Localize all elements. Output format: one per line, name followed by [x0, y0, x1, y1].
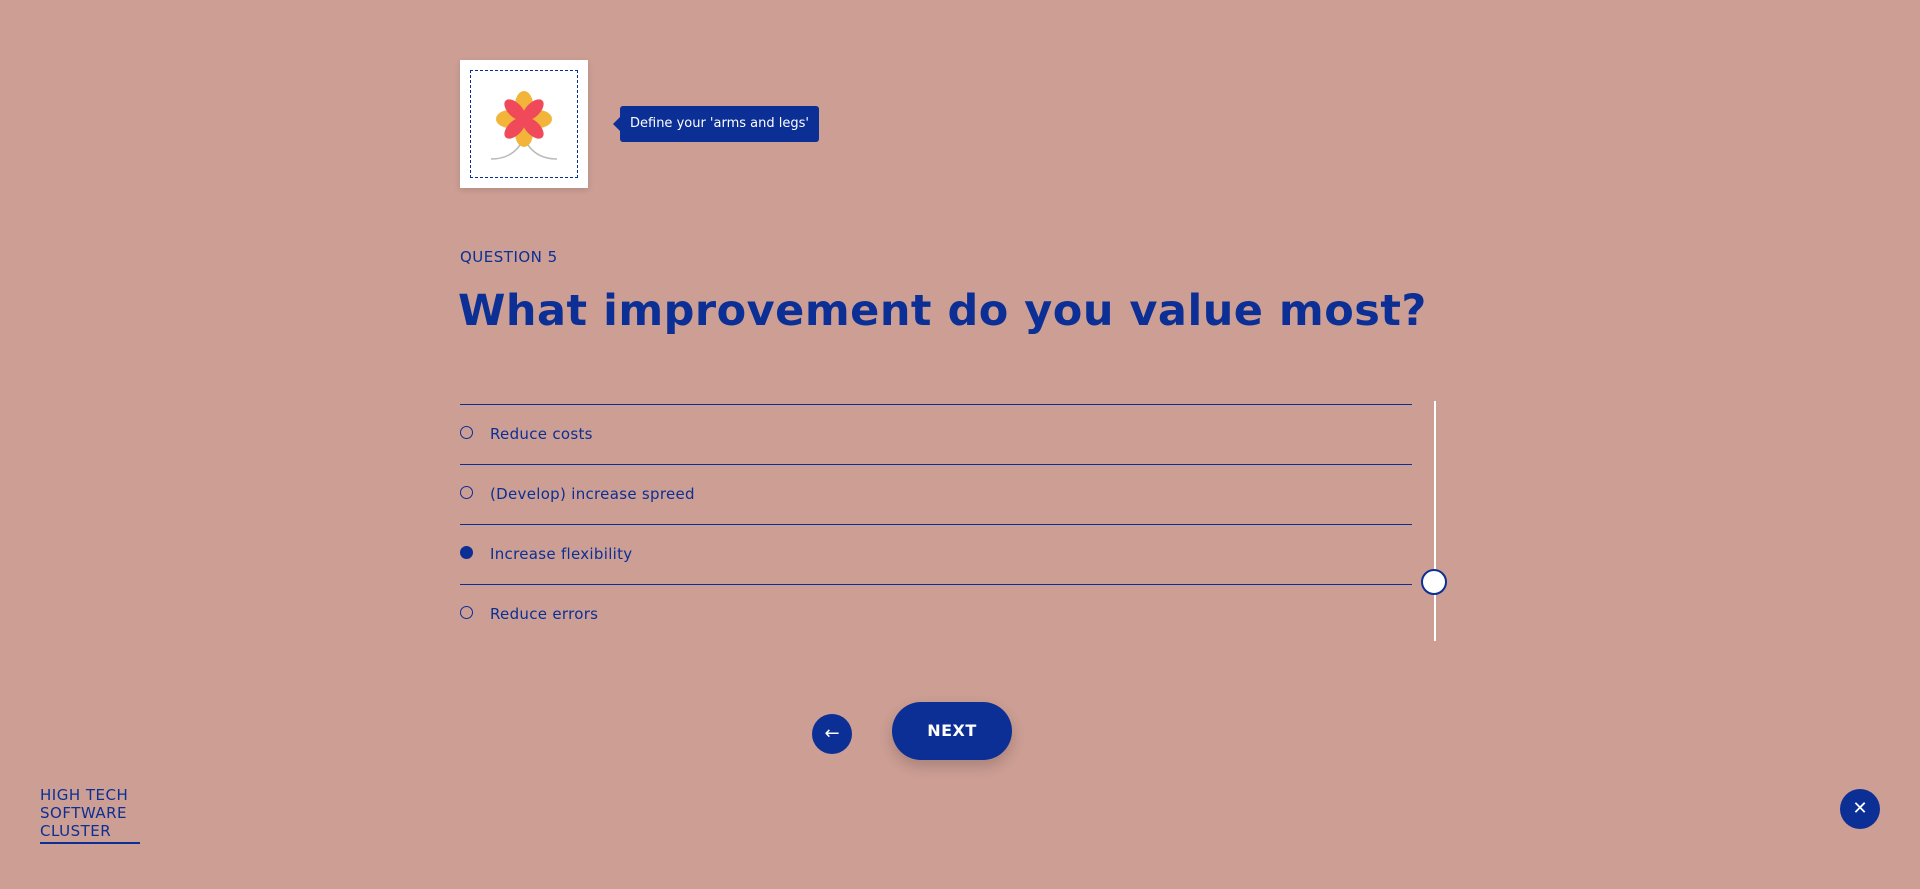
question-label: QUESTION 5 [460, 248, 558, 266]
options-list: Reduce costs (Develop) increase spreed I… [460, 404, 1412, 644]
card-dashed-frame [470, 70, 578, 178]
tooltip: Define your 'arms and legs' [613, 106, 819, 142]
option-reduce-costs[interactable]: Reduce costs [460, 404, 1412, 464]
radio-button-selected[interactable] [460, 546, 473, 559]
option-increase-speed[interactable]: (Develop) increase spreed [460, 464, 1412, 524]
option-label: Reduce errors [490, 605, 599, 623]
back-button[interactable]: ← [812, 714, 852, 754]
progress-thumb[interactable] [1421, 569, 1447, 595]
option-label: Increase flexibility [490, 545, 633, 563]
question-title: What improvement do you value most? [458, 286, 1427, 336]
radio-button[interactable] [460, 606, 473, 619]
close-button[interactable]: ✕ [1840, 789, 1880, 829]
radio-button[interactable] [460, 486, 473, 499]
option-label: (Develop) increase spreed [490, 485, 695, 503]
logo-line: HIGH TECH [40, 786, 129, 804]
option-reduce-errors[interactable]: Reduce errors [460, 584, 1412, 644]
next-button[interactable]: NEXT [892, 702, 1012, 760]
radio-button[interactable] [460, 426, 473, 439]
logo-line: CLUSTER [40, 822, 112, 840]
illustration-card [460, 60, 588, 188]
company-logo[interactable]: HIGH TECH SOFTWARE CLUSTER [40, 786, 140, 844]
close-icon: ✕ [1852, 798, 1868, 819]
option-increase-flexibility[interactable]: Increase flexibility [460, 524, 1412, 584]
progress-track [1434, 401, 1436, 641]
option-label: Reduce costs [490, 425, 593, 443]
logo-line: SOFTWARE [40, 804, 128, 822]
flower-icon [490, 91, 558, 160]
arrow-left-icon: ← [824, 723, 840, 744]
